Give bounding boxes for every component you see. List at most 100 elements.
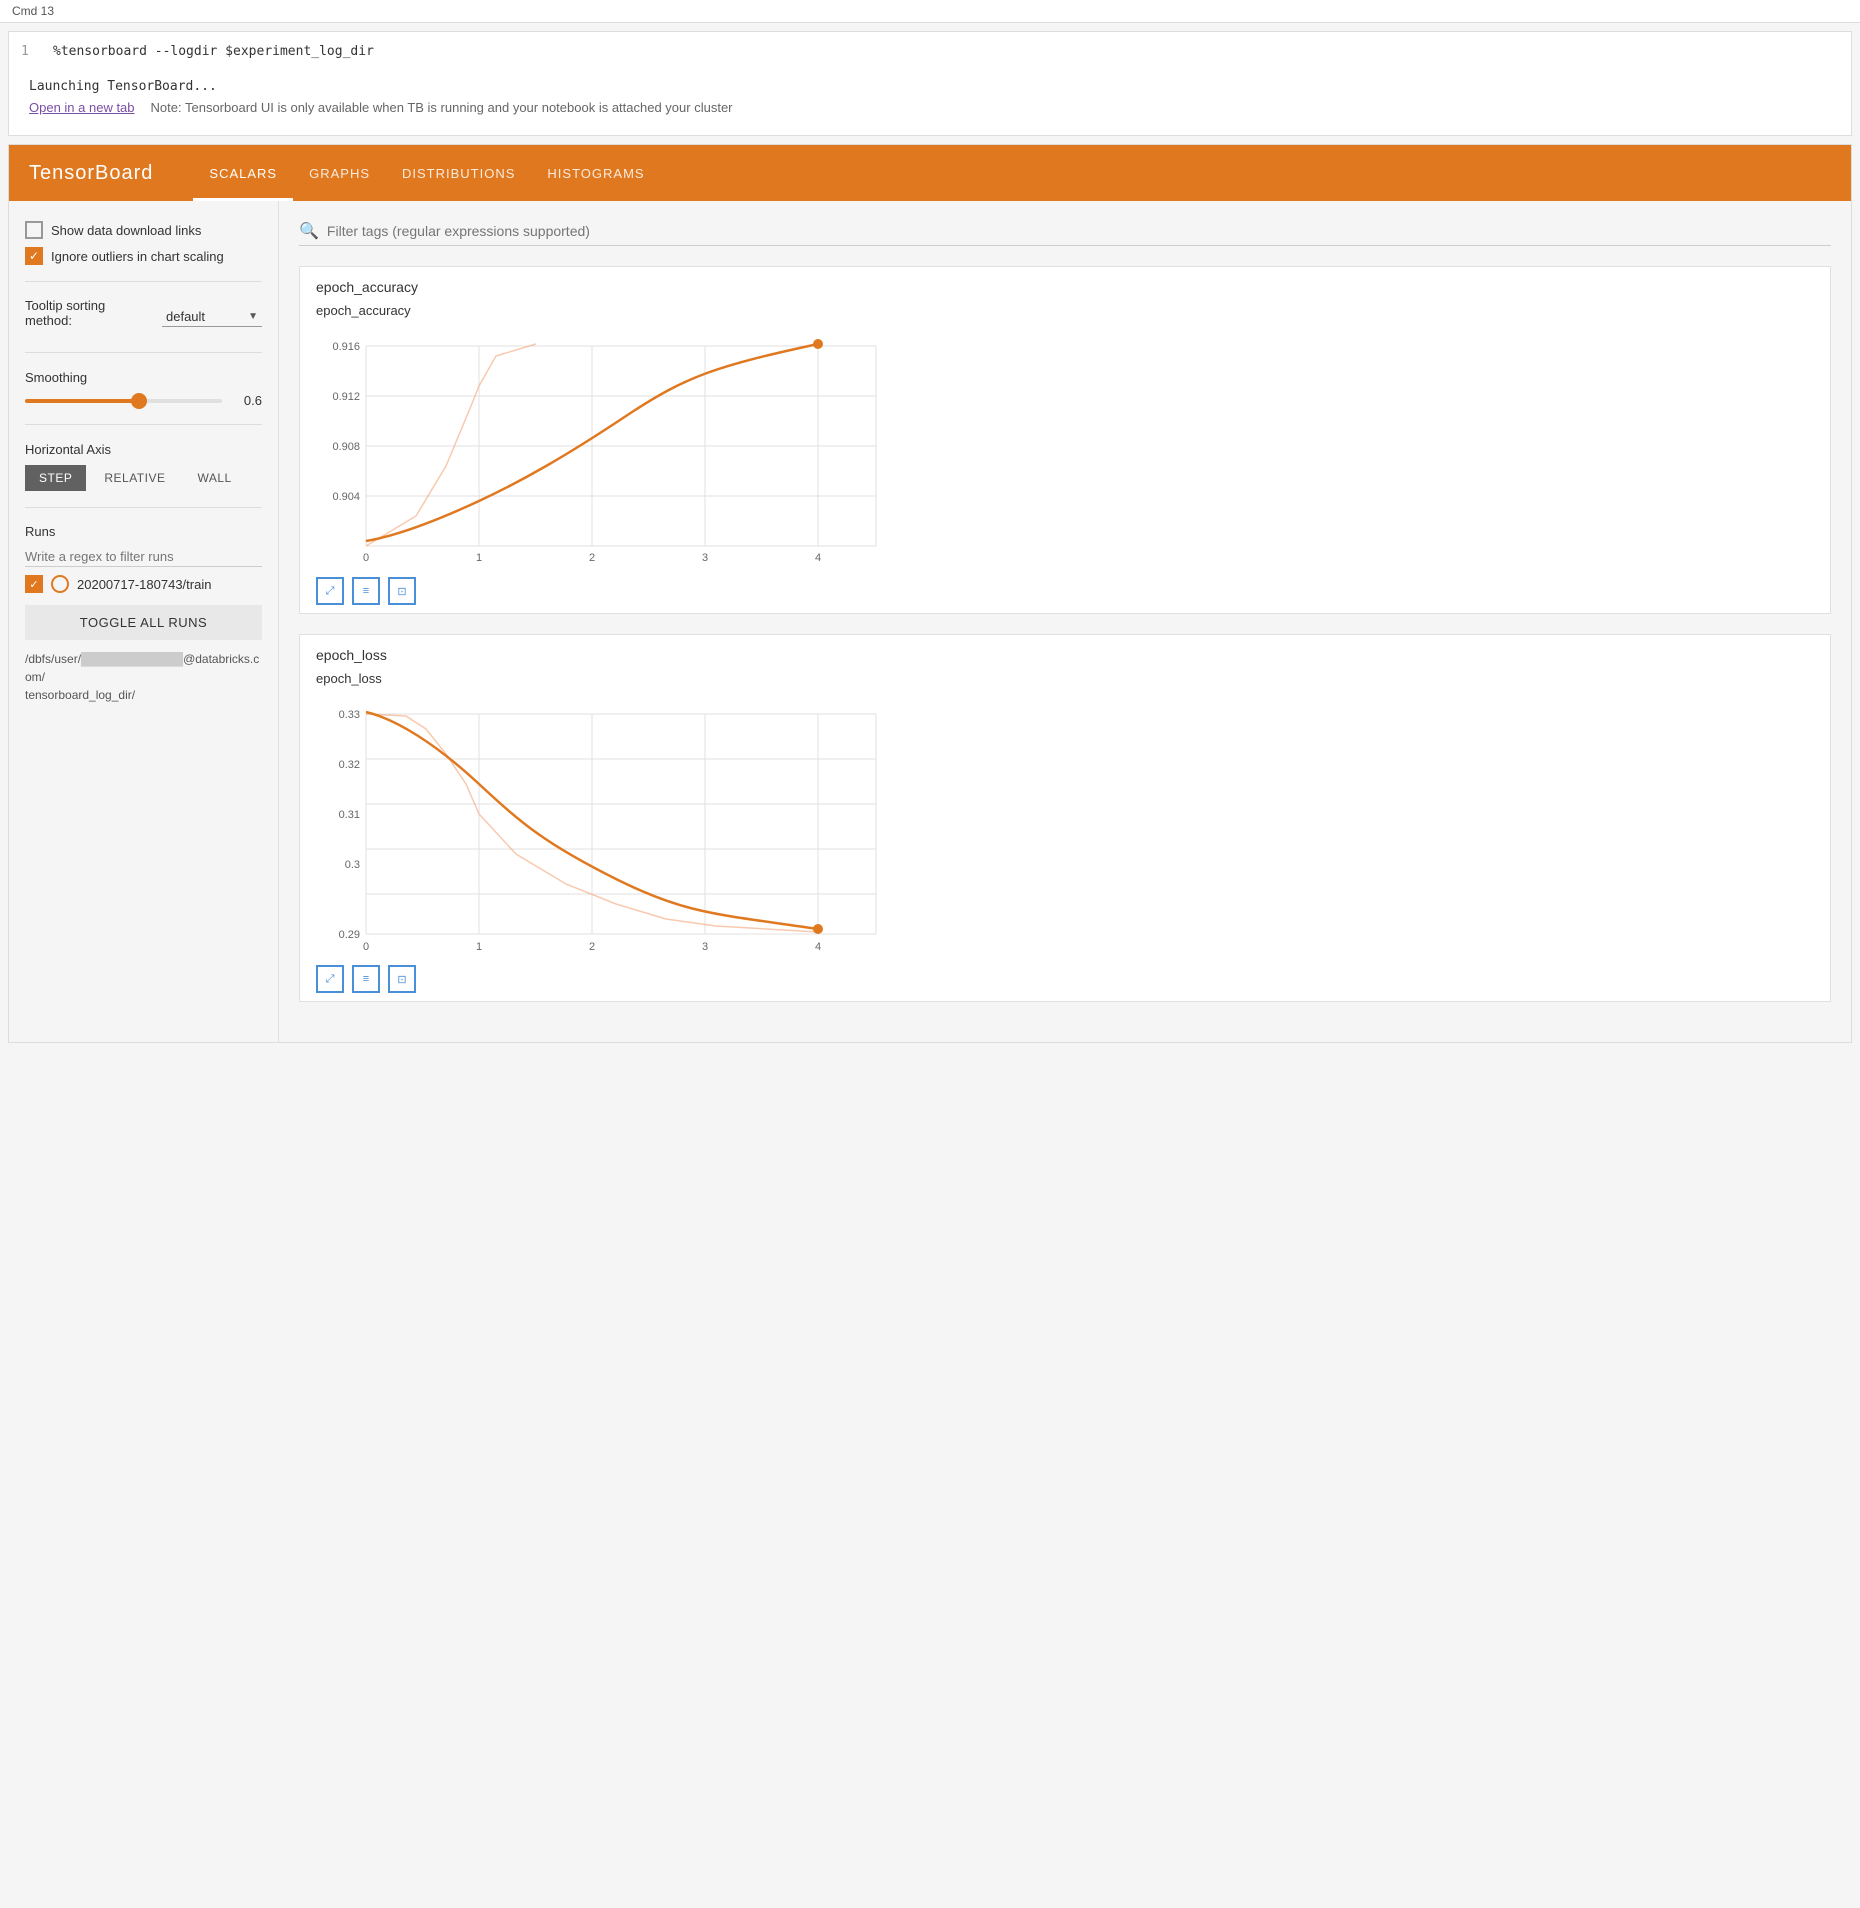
data-btn-1[interactable]: ≡ (352, 577, 380, 605)
expand-btn-1[interactable]: ⤢ (316, 577, 344, 605)
nav-histograms[interactable]: HISTOGRAMS (531, 145, 660, 201)
svg-text:4: 4 (815, 552, 821, 564)
runs-path-prefix: /dbfs/user/ (25, 652, 81, 666)
run-item: 20200717-180743/train (25, 575, 262, 593)
slider-thumb (131, 393, 147, 409)
show-download-label: Show data download links (51, 223, 201, 238)
runs-path-blurred: ████████████ (81, 652, 183, 666)
filter-input[interactable] (327, 223, 1831, 239)
zoom-btn-1[interactable]: ⊡ (388, 577, 416, 605)
tensorboard-wrapper: TensorBoard SCALARS GRAPHS DISTRIBUTIONS… (8, 144, 1852, 1043)
output-note: Note: Tensorboard UI is only available w… (151, 100, 733, 115)
svg-text:0.33: 0.33 (339, 709, 360, 721)
svg-text:2: 2 (589, 552, 595, 564)
divider-2 (25, 352, 262, 353)
top-bar: Cmd 13 (0, 0, 1860, 23)
toggle-all-runs-btn[interactable]: TOGGLE ALL RUNS (25, 605, 262, 640)
svg-text:0.3: 0.3 (345, 859, 360, 871)
slider-fill (25, 399, 143, 403)
smoothing-section: Smoothing 0.6 (25, 369, 262, 408)
line-number: 1 (21, 44, 41, 59)
horizontal-axis-section: Horizontal Axis STEP RELATIVE WALL (25, 441, 262, 491)
chart-loss-actions: ⤢ ≡ ⊡ (300, 961, 1830, 1001)
runs-filter-input[interactable] (25, 547, 262, 567)
chart-accuracy-svg: 0.916 0.912 0.908 0.904 0 1 2 3 4 (300, 318, 1830, 573)
loss-svg: 0.33 0.32 0.31 0.3 0.29 0 1 2 3 4 (316, 694, 896, 954)
cell-output: Launching TensorBoard... Open in a new t… (21, 71, 1839, 123)
output-launching: Launching TensorBoard... (29, 79, 1831, 94)
top-bar-label: Cmd 13 (12, 4, 54, 18)
chart-accuracy-section-title: epoch_accuracy (300, 267, 1830, 295)
search-icon: 🔍 (299, 221, 319, 241)
runs-path: /dbfs/user/████████████@databricks.com/t… (25, 650, 262, 704)
svg-text:0: 0 (363, 941, 369, 953)
nav-scalars[interactable]: SCALARS (193, 145, 293, 201)
chart-loss-section-title: epoch_loss (300, 635, 1830, 663)
smoothing-slider[interactable] (25, 399, 222, 403)
show-download-checkbox[interactable] (25, 221, 43, 239)
chart-loss-svg: 0.33 0.32 0.31 0.3 0.29 0 1 2 3 4 (300, 686, 1830, 961)
code-input[interactable] (53, 44, 1839, 59)
axis-label: Horizontal Axis (25, 442, 111, 457)
divider-1 (25, 281, 262, 282)
axis-relative-btn[interactable]: RELATIVE (90, 465, 179, 491)
chart-loss-title: epoch_loss (300, 663, 1830, 686)
svg-text:1: 1 (476, 552, 482, 564)
nav-distributions[interactable]: DISTRIBUTIONS (386, 145, 531, 201)
tooltip-select[interactable]: default ▼ (162, 307, 262, 327)
tb-main: 🔍 epoch_accuracy epoch_accuracy (279, 201, 1851, 1042)
svg-text:2: 2 (589, 941, 595, 953)
tb-brand: TensorBoard (29, 162, 153, 185)
chart-loss: epoch_loss epoch_loss (299, 634, 1831, 1002)
filter-bar: 🔍 (299, 221, 1831, 246)
expand-btn-2[interactable]: ⤢ (316, 965, 344, 993)
notebook-cell: 1 Launching TensorBoard... Open in a new… (8, 31, 1852, 136)
axis-step-btn[interactable]: STEP (25, 465, 86, 491)
open-new-tab-link[interactable]: Open in a new tab (29, 100, 135, 115)
accuracy-svg: 0.916 0.912 0.908 0.904 0 1 2 3 4 (316, 326, 896, 566)
chart-accuracy: epoch_accuracy epoch_accuracy (299, 266, 1831, 614)
chart-accuracy-actions: ⤢ ≡ ⊡ (300, 573, 1830, 613)
ignore-outliers-checkbox[interactable] (25, 247, 43, 265)
smoothing-row: 0.6 (25, 393, 262, 408)
axis-buttons: STEP RELATIVE WALL (25, 465, 262, 491)
tooltip-dropdown-arrow: ▼ (248, 311, 258, 322)
nav-graphs[interactable]: GRAPHS (293, 145, 386, 201)
svg-text:0.916: 0.916 (332, 341, 360, 353)
zoom-btn-2[interactable]: ⊡ (388, 965, 416, 993)
divider-4 (25, 507, 262, 508)
data-btn-2[interactable]: ≡ (352, 965, 380, 993)
svg-text:3: 3 (702, 941, 708, 953)
svg-text:4: 4 (815, 941, 821, 953)
svg-text:3: 3 (702, 552, 708, 564)
svg-text:1: 1 (476, 941, 482, 953)
tb-body: Show data download links Ignore outliers… (9, 201, 1851, 1042)
smoothing-value: 0.6 (234, 393, 262, 408)
svg-text:0.904: 0.904 (332, 491, 360, 503)
output-link-row: Open in a new tab Note: Tensorboard UI i… (29, 100, 1831, 115)
show-download-row: Show data download links (25, 221, 262, 239)
run-checkbox[interactable] (25, 575, 43, 593)
svg-text:0.29: 0.29 (339, 929, 360, 941)
chart-accuracy-title: epoch_accuracy (300, 295, 1830, 318)
smoothing-label: Smoothing (25, 370, 87, 385)
svg-text:0.908: 0.908 (332, 441, 360, 453)
svg-text:0: 0 (363, 552, 369, 564)
runs-title: Runs (25, 524, 262, 539)
tooltip-value: default (166, 309, 248, 324)
svg-text:0.32: 0.32 (339, 759, 360, 771)
svg-text:0.912: 0.912 (332, 391, 360, 403)
divider-3 (25, 424, 262, 425)
run-circle (51, 575, 69, 593)
axis-wall-btn[interactable]: WALL (183, 465, 245, 491)
ignore-outliers-label: Ignore outliers in chart scaling (51, 249, 224, 264)
tb-navbar: TensorBoard SCALARS GRAPHS DISTRIBUTIONS… (9, 145, 1851, 201)
svg-text:0.31: 0.31 (339, 809, 360, 821)
tooltip-row: Tooltip sorting method: default ▼ (25, 298, 262, 336)
run-name: 20200717-180743/train (77, 577, 211, 592)
runs-section: Runs 20200717-180743/train TOGGLE ALL RU… (25, 524, 262, 704)
cell-line: 1 (21, 44, 1839, 59)
tb-sidebar: Show data download links Ignore outliers… (9, 201, 279, 1042)
tooltip-label: Tooltip sorting method: (25, 298, 154, 328)
ignore-outliers-row: Ignore outliers in chart scaling (25, 247, 262, 265)
